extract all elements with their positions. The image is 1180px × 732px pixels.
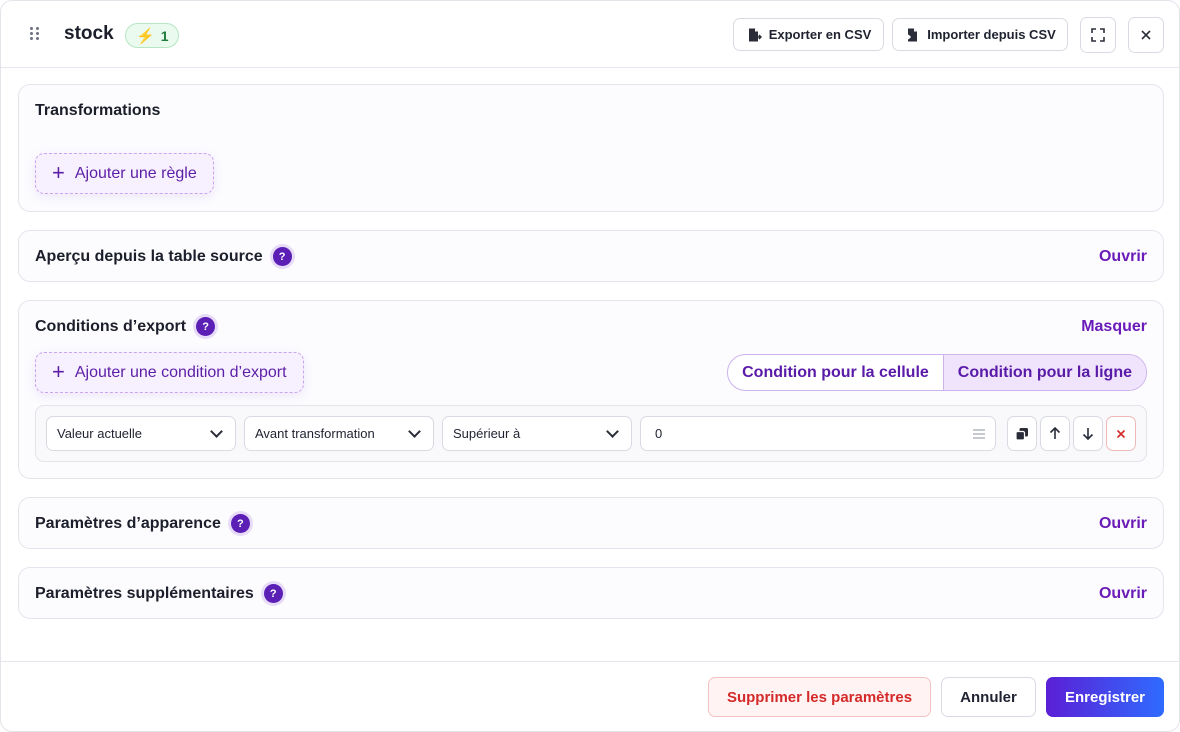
dialog-footer: Supprimer les paramètres Annuler Enregis…: [1, 661, 1179, 731]
extra-title-text: Paramètres supplémentaires: [35, 584, 254, 602]
file-import-icon: [905, 28, 918, 41]
lightning-icon: ⚡: [136, 27, 155, 45]
transformations-section: Transformations + Ajouter une règle: [18, 84, 1164, 212]
operator-select-value: Supérieur à: [453, 426, 521, 441]
extra-open-link[interactable]: Ouvrir: [1099, 585, 1147, 603]
preview-section: Aperçu depuis la table source ? Ouvrir: [18, 230, 1164, 282]
menu-lines-icon: [973, 428, 985, 439]
help-icon[interactable]: ?: [263, 584, 283, 603]
stage-select[interactable]: Avant transformation: [244, 416, 434, 451]
plus-icon: +: [52, 358, 65, 384]
add-rule-label: Ajouter une règle: [74, 164, 197, 182]
close-icon: [1141, 30, 1151, 40]
move-down-button[interactable]: [1073, 416, 1103, 451]
field-select-value: Valeur actuelle: [57, 426, 143, 441]
preview-title-text: Aperçu depuis la table source: [35, 247, 263, 265]
help-icon[interactable]: ?: [230, 514, 250, 533]
condition-row: Valeur actuelle Avant transformation Sup…: [35, 405, 1147, 462]
remove-condition-button[interactable]: [1106, 416, 1136, 451]
delete-settings-button[interactable]: Supprimer les paramètres: [708, 677, 931, 717]
chevron-down-icon: [210, 424, 223, 438]
add-export-condition-label: Ajouter une condition d’export: [74, 363, 287, 381]
dialog-title: stock: [64, 23, 114, 44]
export-csv-label: Exporter en CSV: [768, 27, 872, 42]
preview-open-link[interactable]: Ouvrir: [1099, 248, 1147, 266]
arrow-up-icon: [1049, 427, 1061, 439]
close-button[interactable]: [1128, 17, 1164, 53]
condition-scope-toggle: Condition pour la cellule Condition pour…: [727, 354, 1147, 391]
segment-cell-condition[interactable]: Condition pour la cellule: [728, 355, 943, 390]
extra-settings-section: Paramètres supplémentaires ? Ouvrir: [18, 567, 1164, 619]
appearance-title: Paramètres d’apparence ?: [35, 514, 250, 533]
appearance-section: Paramètres d’apparence ? Ouvrir: [18, 497, 1164, 549]
plus-icon: +: [52, 159, 65, 185]
conditions-title-text: Conditions d’export: [35, 317, 187, 335]
field-select[interactable]: Valeur actuelle: [46, 416, 236, 451]
value-input-text: 0: [655, 426, 663, 441]
import-csv-label: Importer depuis CSV: [927, 27, 1056, 42]
dialog-header: stock ⚡ 1 Exporter en CSV Importer depui…: [1, 1, 1179, 68]
appearance-open-link[interactable]: Ouvrir: [1099, 515, 1147, 533]
conditions-hide-link[interactable]: Masquer: [1081, 318, 1147, 336]
appearance-title-text: Paramètres d’apparence: [35, 514, 221, 532]
save-button[interactable]: Enregistrer: [1046, 677, 1164, 717]
import-csv-button[interactable]: Importer depuis CSV: [892, 18, 1068, 51]
stage-select-value: Avant transformation: [255, 426, 375, 441]
cancel-button[interactable]: Annuler: [941, 677, 1036, 717]
preview-title: Aperçu depuis la table source ?: [35, 247, 292, 266]
transformations-title: Transformations: [35, 102, 161, 119]
chevron-down-icon: [606, 424, 619, 438]
dialog: stock ⚡ 1 Exporter en CSV Importer depui…: [0, 0, 1180, 732]
move-up-button[interactable]: [1040, 416, 1070, 451]
drag-handle-icon[interactable]: [29, 27, 41, 41]
value-input[interactable]: 0: [640, 416, 996, 451]
export-csv-button[interactable]: Exporter en CSV: [733, 18, 884, 51]
badge-count: 1: [160, 27, 169, 44]
add-export-condition-button[interactable]: + Ajouter une condition d’export: [35, 352, 304, 393]
expand-icon: [1091, 28, 1105, 42]
add-rule-button[interactable]: + Ajouter une règle: [35, 153, 214, 194]
file-export-icon: [748, 28, 762, 41]
status-badge: ⚡ 1: [125, 23, 180, 48]
extra-title: Paramètres supplémentaires ?: [35, 584, 283, 603]
help-icon[interactable]: ?: [196, 317, 216, 336]
conditions-title: Conditions d’export ?: [35, 317, 216, 336]
arrow-down-icon: [1082, 428, 1094, 440]
fullscreen-button[interactable]: [1080, 17, 1116, 53]
duplicate-button[interactable]: [1007, 416, 1037, 451]
help-icon[interactable]: ?: [272, 247, 292, 266]
segment-row-condition[interactable]: Condition pour la ligne: [942, 355, 1146, 390]
close-icon: [1116, 429, 1126, 438]
export-conditions-section: Conditions d’export ? Masquer + Ajouter …: [18, 300, 1164, 479]
copy-icon: [1015, 427, 1028, 441]
chevron-down-icon: [408, 424, 421, 438]
operator-select[interactable]: Supérieur à: [442, 416, 632, 451]
